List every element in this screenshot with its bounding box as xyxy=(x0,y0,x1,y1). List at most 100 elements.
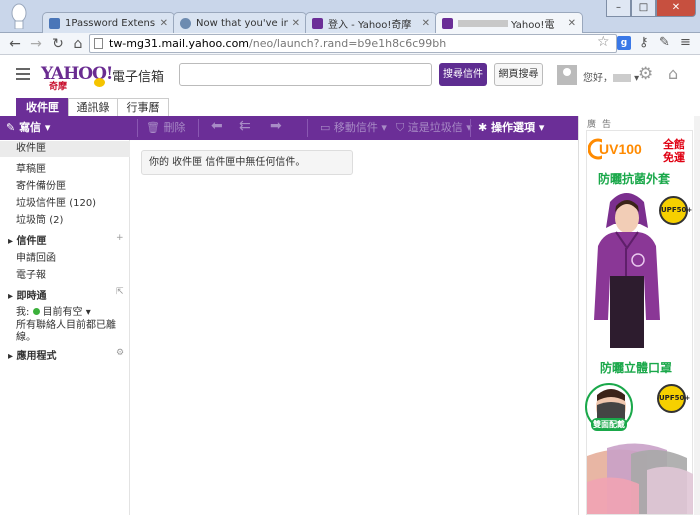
more-actions-button[interactable]: ✱ 操作選項 ▾ xyxy=(478,121,544,135)
search-web-button[interactable]: 網頁搜尋 xyxy=(494,63,543,86)
badge-line: 全館 xyxy=(663,138,685,151)
ad-headline-mask: 防曬立體口罩 xyxy=(600,361,673,375)
sidebar-item-requests[interactable]: 申請回函 xyxy=(16,249,56,264)
address-bar[interactable]: tw-mg31.mail.yahoo.com/neo/launch?.rand=… xyxy=(89,34,617,53)
mask-label: 雙面配戴 xyxy=(591,418,627,431)
divider xyxy=(198,119,199,137)
redacted-name xyxy=(613,74,631,82)
close-window-icon[interactable]: ✕ xyxy=(656,0,696,17)
redacted-text xyxy=(458,20,508,27)
search-input[interactable] xyxy=(179,63,432,86)
page-icon xyxy=(94,38,103,49)
me-label: 我: xyxy=(16,307,30,318)
upf-badge: UPF50+ xyxy=(659,196,692,225)
folder-label: 收件匣 xyxy=(16,143,46,154)
shield-icon: ⛉ xyxy=(396,121,405,134)
browser-tab-yahoo-mail[interactable]: Yahoo!電 ✕ xyxy=(435,12,583,34)
divider xyxy=(470,119,471,137)
extension-icon[interactable]: ✎ xyxy=(659,35,670,50)
url-path: /neo/launch?.rand=b9e1h8c6c99bh xyxy=(249,37,447,50)
folders-section-header[interactable]: ▸ 信件匣 xyxy=(8,232,47,247)
section-label: 信件匣 xyxy=(16,236,47,247)
offline-note: 所有聯絡人目前都已離線。 xyxy=(16,320,116,343)
popout-icon[interactable]: ⇱ xyxy=(116,287,124,297)
message-list xyxy=(130,140,578,515)
divider xyxy=(137,119,138,137)
compose-label: 寫信 xyxy=(19,121,42,134)
sidebar-item-drafts[interactable]: 草稿匣 xyxy=(16,160,46,175)
tab-contacts[interactable]: 通訊錄 xyxy=(68,98,118,116)
search-mail-button[interactable]: 搜尋信件 xyxy=(439,63,487,86)
add-folder-icon[interactable]: + xyxy=(116,233,124,243)
folder-label: 草稿匣 xyxy=(16,164,46,175)
menu-icon[interactable]: ≡ xyxy=(680,35,691,50)
page-scrollbar[interactable] xyxy=(694,116,700,515)
upf-badge-2: UPF50+ xyxy=(657,384,690,413)
wrench-tool-icon[interactable]: ⚷ xyxy=(639,35,649,50)
tab-close-icon[interactable]: ✕ xyxy=(422,18,430,29)
ad-headline-jacket: 防曬抗菌外套 xyxy=(598,172,671,186)
sidebar-item-sent[interactable]: 寄件備份匣 xyxy=(16,177,66,192)
apps-gear-icon[interactable]: ⚙ xyxy=(116,348,124,358)
move-button[interactable]: ▭ 移動信件 ▾ xyxy=(320,121,387,135)
reply-all-icon[interactable]: ⇇ xyxy=(239,119,251,133)
delete-button[interactable]: 🗑 刪除 xyxy=(146,121,185,135)
more-label: 操作選項 xyxy=(491,121,536,134)
tab-close-icon[interactable]: ✕ xyxy=(292,18,300,29)
sidebar-item-inbox[interactable]: 收件匣 xyxy=(0,141,130,157)
gear-icon[interactable]: ⚙ xyxy=(638,64,653,84)
favicon-icon xyxy=(49,17,60,29)
section-label: 即時通 xyxy=(16,291,47,302)
url-host: tw-mg31.mail.yahoo.com xyxy=(109,37,250,50)
divider xyxy=(307,119,308,137)
folder-count: (2) xyxy=(49,215,64,226)
tab-close-icon[interactable]: ✕ xyxy=(568,18,576,29)
mask-colors-image xyxy=(587,443,693,514)
status-text: 目前有空 xyxy=(42,307,83,318)
avatar[interactable] xyxy=(557,65,577,85)
section-label: 應用程式 xyxy=(16,351,57,362)
spam-button[interactable]: ⛉ 這是垃圾信 ▾ xyxy=(396,121,472,135)
forward-icon[interactable]: → xyxy=(27,35,45,53)
browser-tab-1password[interactable]: 1Password Extension Se ✕ xyxy=(42,12,175,33)
greeting[interactable]: 您好， ▾ xyxy=(583,69,639,84)
home-icon[interactable]: ⌂ xyxy=(668,64,678,83)
chrome-profile-icon[interactable] xyxy=(9,3,29,29)
sidebar-item-newsletters[interactable]: 電子報 xyxy=(16,266,46,281)
back-icon[interactable]: ← xyxy=(6,35,24,53)
favicon-icon xyxy=(180,17,191,29)
folder-icon: ▭ xyxy=(320,121,331,134)
menu-hamburger-icon[interactable] xyxy=(16,68,30,83)
home-browser-icon[interactable]: ⌂ xyxy=(69,35,87,53)
ad-brand: UV100 xyxy=(599,141,642,157)
apps-section-header[interactable]: ▸ 應用程式 xyxy=(8,347,57,362)
forward-mail-icon[interactable]: ➡ xyxy=(270,119,282,133)
reload-icon[interactable]: ↻ xyxy=(49,35,67,53)
reply-icon[interactable]: ⬅ xyxy=(211,119,223,133)
tab-title: 1Password Extension Se xyxy=(65,17,156,29)
tab-inbox[interactable]: 收件匣 xyxy=(16,98,69,117)
tab-calendar[interactable]: 行事曆 xyxy=(117,98,169,116)
folder-label: 垃圾信件匣 xyxy=(16,198,66,209)
tab-title: Yahoo!電 xyxy=(511,20,555,31)
im-section-header[interactable]: ▸ 即時通 xyxy=(8,287,47,302)
yahoo-favicon-icon xyxy=(312,17,323,29)
im-status[interactable]: 我: 目前有空 ▾ xyxy=(16,303,91,318)
sidebar-item-spam[interactable]: 垃圾信件匣 (120) xyxy=(16,194,96,209)
mail-favicon-icon xyxy=(442,18,453,29)
move-label: 移動信件 xyxy=(333,121,378,134)
maximize-icon[interactable]: □ xyxy=(631,0,656,17)
bookmark-star-icon[interactable]: ☆ xyxy=(597,34,610,50)
gear-small-icon: ✱ xyxy=(478,121,488,134)
sidebar-item-trash[interactable]: 垃圾筒 (2) xyxy=(16,211,63,226)
tab-close-icon[interactable]: ✕ xyxy=(160,18,168,29)
browser-tab-installed[interactable]: Now that you've installe ✕ xyxy=(173,12,307,33)
spam-label: 這是垃圾信 xyxy=(407,121,463,134)
delete-label: 刪除 xyxy=(163,121,186,134)
compose-button[interactable]: ✎ 寫信 ▾ xyxy=(6,121,50,135)
google-search-icon[interactable]: g xyxy=(617,36,631,50)
minimize-icon[interactable]: – xyxy=(606,0,631,17)
browser-tab-yahoo-login[interactable]: 登入 - Yahoo!奇摩 ✕ xyxy=(305,12,437,33)
product-title: 電子信箱 xyxy=(112,70,165,85)
online-dot-icon xyxy=(32,308,40,315)
